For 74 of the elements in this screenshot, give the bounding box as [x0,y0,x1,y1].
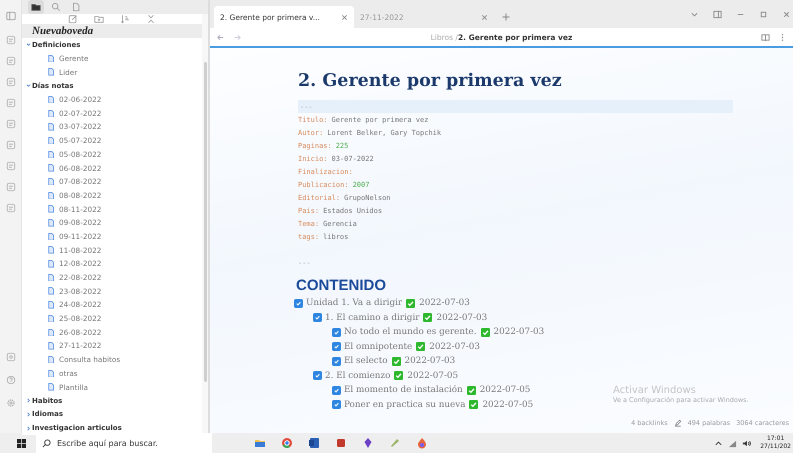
task-checkbox[interactable] [332,400,341,410]
task-checkbox[interactable] [332,356,341,366]
help-icon[interactable] [6,375,16,385]
search-icon[interactable] [51,2,61,12]
task-date: 2022-07-03 [404,356,456,366]
pencil-icon[interactable] [674,419,682,427]
vault-icon[interactable] [6,352,16,362]
chevron-icon[interactable] [26,83,31,88]
paint-app-icon[interactable] [389,437,401,449]
flame-app-icon[interactable] [416,437,428,449]
forward-arrow-icon[interactable] [233,32,242,42]
folder-tab[interactable] [28,0,44,14]
collapse-icon[interactable] [146,14,156,24]
task-date: 2022-07-03 [436,312,488,323]
task-checkbox[interactable] [313,371,322,380]
windows-logo-icon[interactable] [17,438,26,448]
plus-icon[interactable] [502,13,510,21]
done-check-icon [480,328,490,337]
task-text: Poner en practica su nueva [344,400,466,410]
back-arrow-icon[interactable] [216,32,225,42]
speaker-icon[interactable] [742,438,752,448]
network-icon[interactable] [728,438,738,448]
task-date: 2022-07-03 [494,327,544,338]
taskbar-search-field[interactable]: Escribe aquí para buscar. [36,433,212,453]
task-date: 2022-07-05 [407,370,458,381]
task-text: 1. El camino a dirigir [325,312,420,323]
task-checkbox[interactable] [332,386,341,395]
task-text: No todo el mundo es gerente. [344,327,477,338]
split-view-icon[interactable] [713,10,722,18]
task-date: 2022-07-03 [429,342,480,352]
section-heading: CONTENIDO [296,277,387,294]
folder-app-icon[interactable] [254,437,266,449]
done-check-icon [416,342,426,352]
task-checkbox[interactable] [294,298,303,308]
done-check-icon [392,356,401,366]
task-text: El selecto [344,356,388,366]
done-check-icon [423,313,432,322]
book-icon[interactable] [761,32,770,42]
browser-app-icon[interactable] [281,437,293,449]
chevron-icon[interactable] [26,42,31,48]
task-text: 2. El comienzo [325,370,390,381]
maximize-icon[interactable] [759,10,768,18]
activation-title: Activar Windows [613,385,697,396]
file-icon[interactable] [71,2,81,12]
close-icon[interactable] [481,14,488,20]
done-check-icon [394,371,404,380]
new-folder-icon[interactable] [94,14,104,24]
task-text: El momento de instalación [344,385,463,396]
settings-icon[interactable] [6,398,16,408]
new-note-icon[interactable] [68,14,78,24]
task-date: 2022-07-05 [482,400,534,410]
chevron-icon[interactable] [26,412,31,417]
task-text: El omnipotente [344,342,412,352]
close-icon[interactable] [782,10,791,18]
folder-icon[interactable] [31,2,41,12]
task-checkbox[interactable] [313,313,322,322]
square-app-icon[interactable] [335,437,347,449]
done-check-icon [466,386,476,395]
done-check-icon [469,400,478,410]
chevron-icon[interactable] [26,398,31,404]
crystal-app-icon[interactable] [362,437,374,449]
chevron-icon[interactable] [26,426,31,431]
close-icon[interactable] [341,14,348,20]
task-text: Unidad 1. Va a dirigir [306,298,402,308]
document-app-icon[interactable] [308,437,320,449]
note-title: 2. Gerente por primera vez [298,70,563,93]
task-date: 2022-07-05 [480,385,530,396]
done-check-icon [406,298,416,308]
task-checkbox[interactable] [332,342,341,352]
task-checkbox[interactable] [332,328,341,337]
search-icon [42,438,51,448]
task-date: 2022-07-03 [419,298,470,308]
sidebar-toggle-icon[interactable] [6,11,16,21]
vault-name[interactable]: Nuevaboveda [22,24,202,38]
